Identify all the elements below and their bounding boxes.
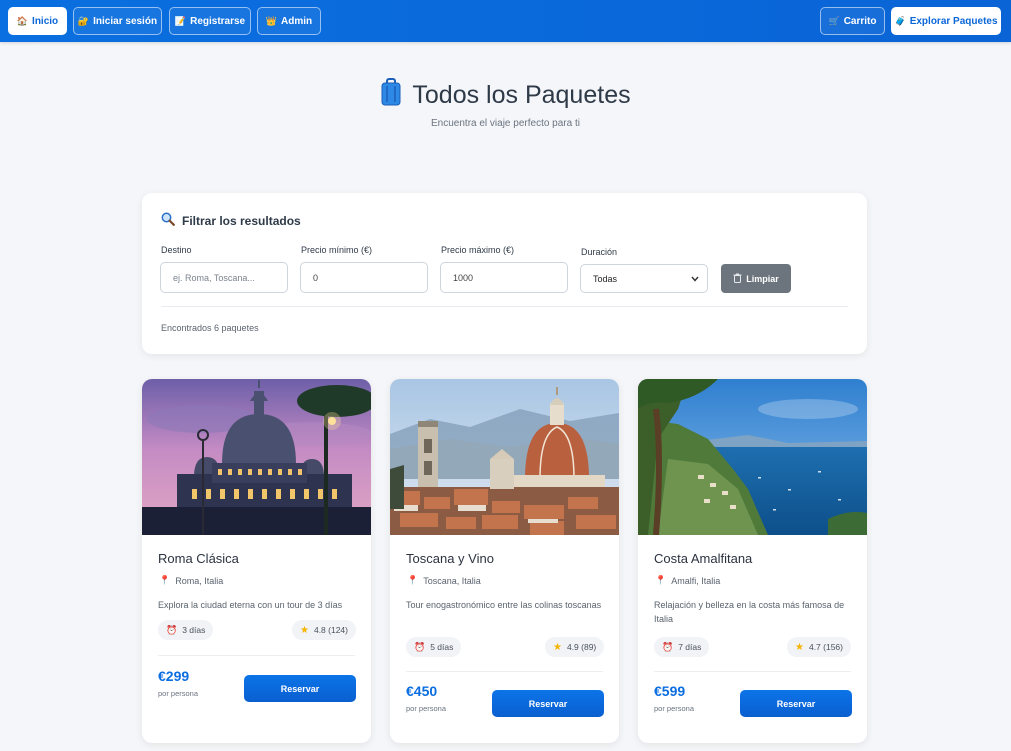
duration-badge-text: 3 días xyxy=(182,625,206,635)
nav-admin-label: Admin xyxy=(281,15,313,27)
nav-login-label: Iniciar sesión xyxy=(93,15,158,27)
page-subtitle: Encuentra el viaje perfecto para ti xyxy=(431,118,580,129)
cart-icon: 🛒 xyxy=(828,15,840,26)
clear-filters-label: Limpiar xyxy=(746,273,779,284)
clear-filters-button[interactable]: Limpiar xyxy=(721,264,791,293)
duration-badge: ⏰ 5 días xyxy=(406,637,462,657)
rating-badge: ★ 4.9 (89) xyxy=(545,637,605,657)
duration-badge: ⏰ 3 días xyxy=(158,620,214,640)
pin-icon: 📍 xyxy=(655,575,667,585)
filter-divider xyxy=(161,306,848,307)
price-unit: por persona xyxy=(158,689,199,698)
package-card[interactable]: Roma Clásica 📍 Roma, Italia Explora la c… xyxy=(142,379,371,743)
nav-cart-label: Carrito xyxy=(843,15,877,27)
package-location: 📍 Toscana, Italia xyxy=(407,575,481,586)
crown-icon: 👑 xyxy=(265,15,278,26)
duration-badge: ⏰ 7 días xyxy=(654,637,710,657)
filter-panel: Filtrar los resultados Destino ej. Roma,… xyxy=(142,193,867,354)
package-name: Roma Clásica xyxy=(158,551,239,566)
nav-explore-button[interactable]: 🧳 Explorar Paquetes xyxy=(891,7,1001,35)
house-icon: 🏠 xyxy=(16,15,29,26)
package-description: Relajación y belleza en la costa más fam… xyxy=(654,600,845,624)
package-location: 📍 Roma, Italia xyxy=(159,575,223,586)
filter-title-text: Filtrar los resultados xyxy=(182,213,301,228)
rating-badge-text: 4.7 (156) xyxy=(808,642,843,652)
star-icon: ★ xyxy=(553,641,562,653)
alarm-clock-icon: ⏰ xyxy=(414,641,426,652)
package-location-text: Amalfi, Italia xyxy=(671,575,721,586)
card-divider xyxy=(654,671,851,672)
nav-login-button[interactable]: 🔐 Iniciar sesión xyxy=(73,7,162,35)
rating-badge: ★ 4.7 (156) xyxy=(787,637,851,657)
nav-cart-button[interactable]: 🛒 Carrito xyxy=(820,7,885,35)
duration-label: Duración xyxy=(581,247,618,257)
filter-title: Filtrar los resultados xyxy=(161,212,301,229)
package-image-roma xyxy=(142,379,371,535)
alarm-clock-icon: ⏰ xyxy=(166,624,178,635)
duration-select[interactable]: Todas xyxy=(580,264,708,293)
rating-badge-text: 4.9 (89) xyxy=(566,642,597,652)
package-image-toscana xyxy=(390,379,619,535)
destination-input[interactable]: ej. Roma, Toscana... xyxy=(160,262,288,293)
package-price: €299 xyxy=(158,668,190,684)
card-divider xyxy=(406,671,603,672)
package-location-text: Roma, Italia xyxy=(175,575,224,586)
memo-icon: 📝 xyxy=(174,15,187,26)
package-location-text: Toscana, Italia xyxy=(423,575,481,586)
destination-label: Destino xyxy=(161,245,192,255)
key-icon: 🔐 xyxy=(77,15,90,26)
package-card[interactable]: Costa Amalfitana 📍 Amalfi, Italia Relaja… xyxy=(638,379,867,743)
price-unit: por persona xyxy=(654,704,695,713)
rating-badge-text: 4.8 (124) xyxy=(313,625,348,635)
package-description: Explora la ciudad eterna con un tour de … xyxy=(158,600,343,610)
reserve-button[interactable]: Reservar xyxy=(244,675,356,702)
pin-icon: 📍 xyxy=(159,575,171,585)
package-name: Costa Amalfitana xyxy=(654,551,753,566)
page-title: Todos los Paquetes xyxy=(0,78,1011,113)
max-price-label: Precio máximo (€) xyxy=(441,245,515,255)
package-description: Tour enogastronómico entre las colinas t… xyxy=(406,600,602,610)
package-name: Toscana y Vino xyxy=(406,551,494,566)
nav-home-label: Inicio xyxy=(32,15,59,27)
results-count: Encontrados 6 paquetes xyxy=(161,323,259,333)
pin-icon: 📍 xyxy=(407,575,419,585)
star-icon: ★ xyxy=(795,641,804,653)
nav-explore-label: Explorar Paquetes xyxy=(909,15,998,27)
min-price-input[interactable]: 0 xyxy=(300,262,428,293)
trash-icon xyxy=(733,273,742,285)
luggage-icon: 🧳 xyxy=(894,15,906,26)
duration-select-value: Todas xyxy=(593,273,618,284)
nav-register-label: Registrarse xyxy=(190,15,246,27)
top-navbar: 🏠 Inicio 🔐 Iniciar sesión 📝 Registrarse … xyxy=(0,0,1011,42)
package-image-amalfi xyxy=(638,379,867,535)
card-divider xyxy=(158,655,355,656)
reserve-button[interactable]: Reservar xyxy=(492,690,604,717)
search-icon xyxy=(161,212,175,229)
min-price-label: Precio mínimo (€) xyxy=(301,245,373,255)
nav-home-button[interactable]: 🏠 Inicio xyxy=(8,7,67,35)
price-unit: por persona xyxy=(406,704,447,713)
reserve-button[interactable]: Reservar xyxy=(740,690,852,717)
alarm-clock-icon: ⏰ xyxy=(662,641,674,652)
rating-badge: ★ 4.8 (124) xyxy=(292,620,356,640)
luggage-icon xyxy=(380,78,402,113)
chevron-down-icon xyxy=(691,274,699,284)
package-card[interactable]: Toscana y Vino 📍 Toscana, Italia Tour en… xyxy=(390,379,619,743)
nav-admin-button[interactable]: 👑 Admin xyxy=(257,7,321,35)
package-location: 📍 Amalfi, Italia xyxy=(655,575,720,586)
duration-badge-text: 5 días xyxy=(430,642,454,652)
max-price-input[interactable]: 1000 xyxy=(440,262,568,293)
page-title-text: Todos los Paquetes xyxy=(412,81,631,109)
duration-badge-text: 7 días xyxy=(678,642,702,652)
star-icon: ★ xyxy=(300,624,309,636)
package-price: €450 xyxy=(406,683,438,699)
nav-register-button[interactable]: 📝 Registrarse xyxy=(169,7,251,35)
package-price: €599 xyxy=(654,683,686,699)
